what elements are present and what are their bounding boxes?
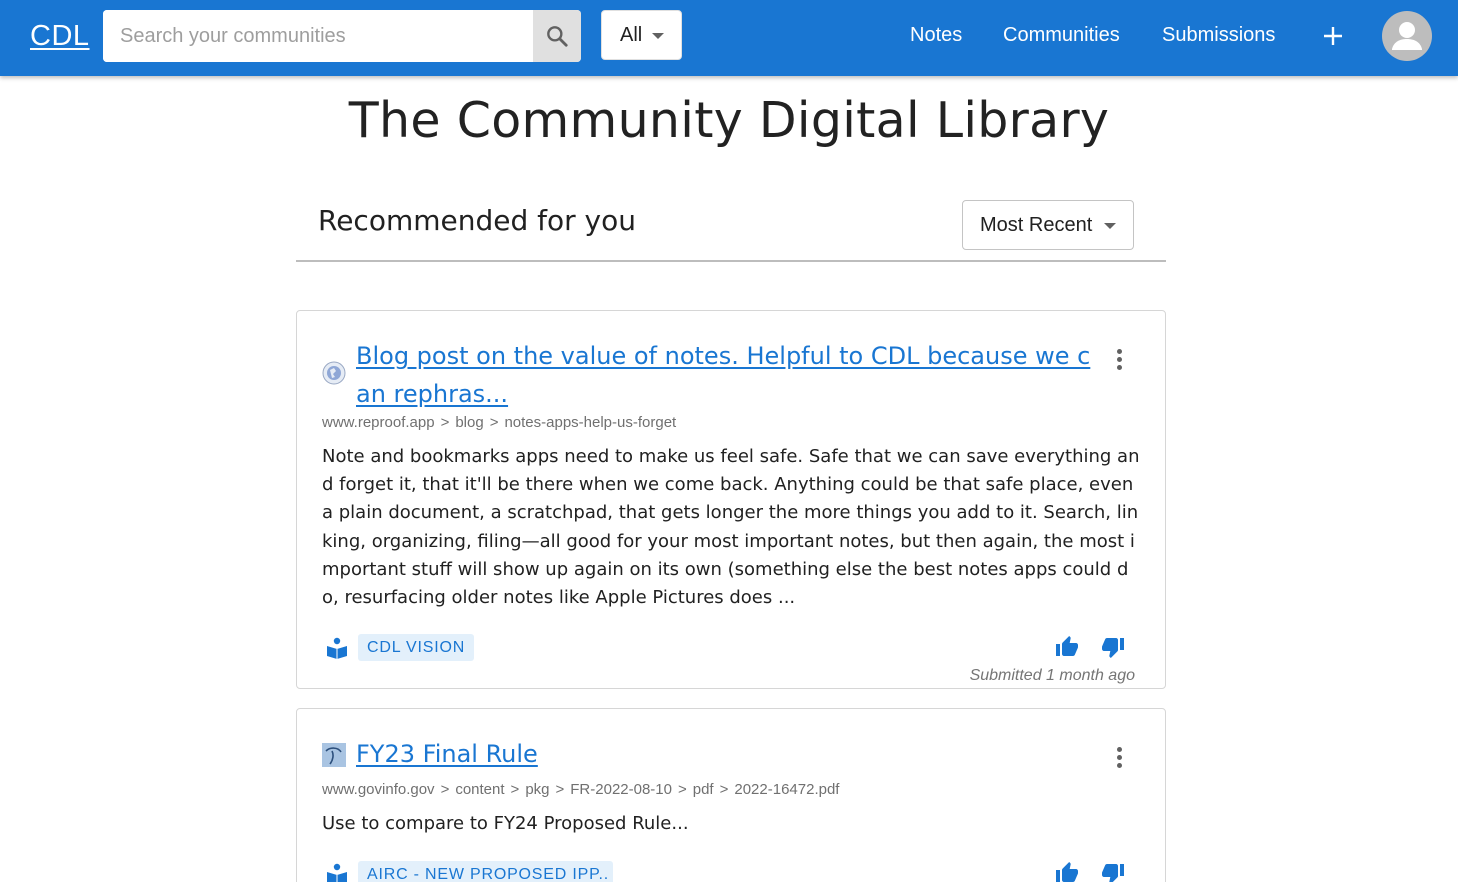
sort-select[interactable]: Most Recent: [962, 200, 1134, 250]
plus-icon[interactable]: [1319, 22, 1347, 50]
breadcrumb-part: notes-apps-help-us-forget: [504, 414, 677, 431]
account-avatar-icon: [1392, 22, 1422, 50]
logo-link[interactable]: CDL: [30, 20, 90, 53]
search-input[interactable]: [103, 10, 533, 62]
nav-communities-link[interactable]: Communities: [1003, 24, 1120, 47]
submitted-time: Submitted 1 month ago: [969, 667, 1135, 684]
breadcrumb-part: content: [455, 781, 505, 798]
breadcrumb-part: blog: [455, 414, 484, 431]
page-title: The Community Digital Library: [348, 92, 1110, 149]
community-book-icon: [327, 637, 347, 659]
thumbs-up-icon[interactable]: [1055, 635, 1079, 659]
nav-notes-link[interactable]: Notes: [910, 24, 962, 47]
search-button[interactable]: [533, 10, 581, 62]
submission-card: FY23 Final Rule www.govinfo.gov > content >…: [296, 708, 1166, 882]
url-breadcrumb: www.reproof.app > blog > notes-apps-help-us-…: [322, 414, 677, 431]
chevron-down-icon: [652, 33, 664, 39]
govinfo-favicon-icon: [322, 743, 346, 767]
url-breadcrumb: www.govinfo.gov > content > pkg > FR-2022-08-1…: [322, 781, 840, 798]
submission-description: Note and bookmarks apps need to make us …: [322, 446, 1140, 609]
community-chip[interactable]: CDL VISION: [358, 634, 475, 661]
breadcrumb-part: pkg: [525, 781, 550, 798]
sort-selected-value: Most Recent: [980, 213, 1093, 236]
chevron-down-icon: [1104, 223, 1116, 229]
submission-title-link[interactable]: Blog post on the value of notes. Helpful…: [356, 337, 1091, 413]
submission-title-link[interactable]: FY23 Final Rule: [356, 735, 1091, 773]
more-options-button[interactable]: [1113, 349, 1125, 371]
top-app-bar: CDL All Notes Communities Submissions: [0, 0, 1458, 76]
nav-submissions-link[interactable]: Submissions: [1162, 24, 1275, 47]
breadcrumb-part: 2022-16472.pdf: [734, 781, 840, 798]
globe-favicon-icon: [322, 361, 346, 385]
search-bar: [103, 10, 581, 62]
breadcrumb-part: www.govinfo.gov: [322, 781, 435, 798]
breadcrumb-part: FR-2022-08-10: [570, 781, 672, 798]
community-chip[interactable]: AIRC - NEW PROPOSED IPP..: [358, 861, 613, 882]
community-book-icon: [327, 863, 347, 882]
search-icon: [547, 26, 568, 47]
thumbs-up-icon[interactable]: [1055, 861, 1079, 882]
submission-description: Use to compare to FY24 Proposed Rule...: [322, 813, 689, 834]
thumbs-down-icon[interactable]: [1101, 861, 1125, 882]
community-filter-select[interactable]: All: [601, 10, 682, 60]
recommended-header: Recommended for you Most Recent: [296, 190, 1166, 262]
account-avatar[interactable]: [1382, 11, 1432, 61]
breadcrumb-part: www.reproof.app: [322, 414, 435, 431]
filter-selected-value: All: [620, 23, 643, 46]
thumbs-down-icon[interactable]: [1101, 635, 1125, 659]
more-options-button[interactable]: [1113, 747, 1125, 769]
section-title: Recommended for you: [318, 204, 636, 237]
breadcrumb-part: pdf: [692, 781, 714, 798]
submission-card: Blog post on the value of notes. Helpful…: [296, 310, 1166, 689]
